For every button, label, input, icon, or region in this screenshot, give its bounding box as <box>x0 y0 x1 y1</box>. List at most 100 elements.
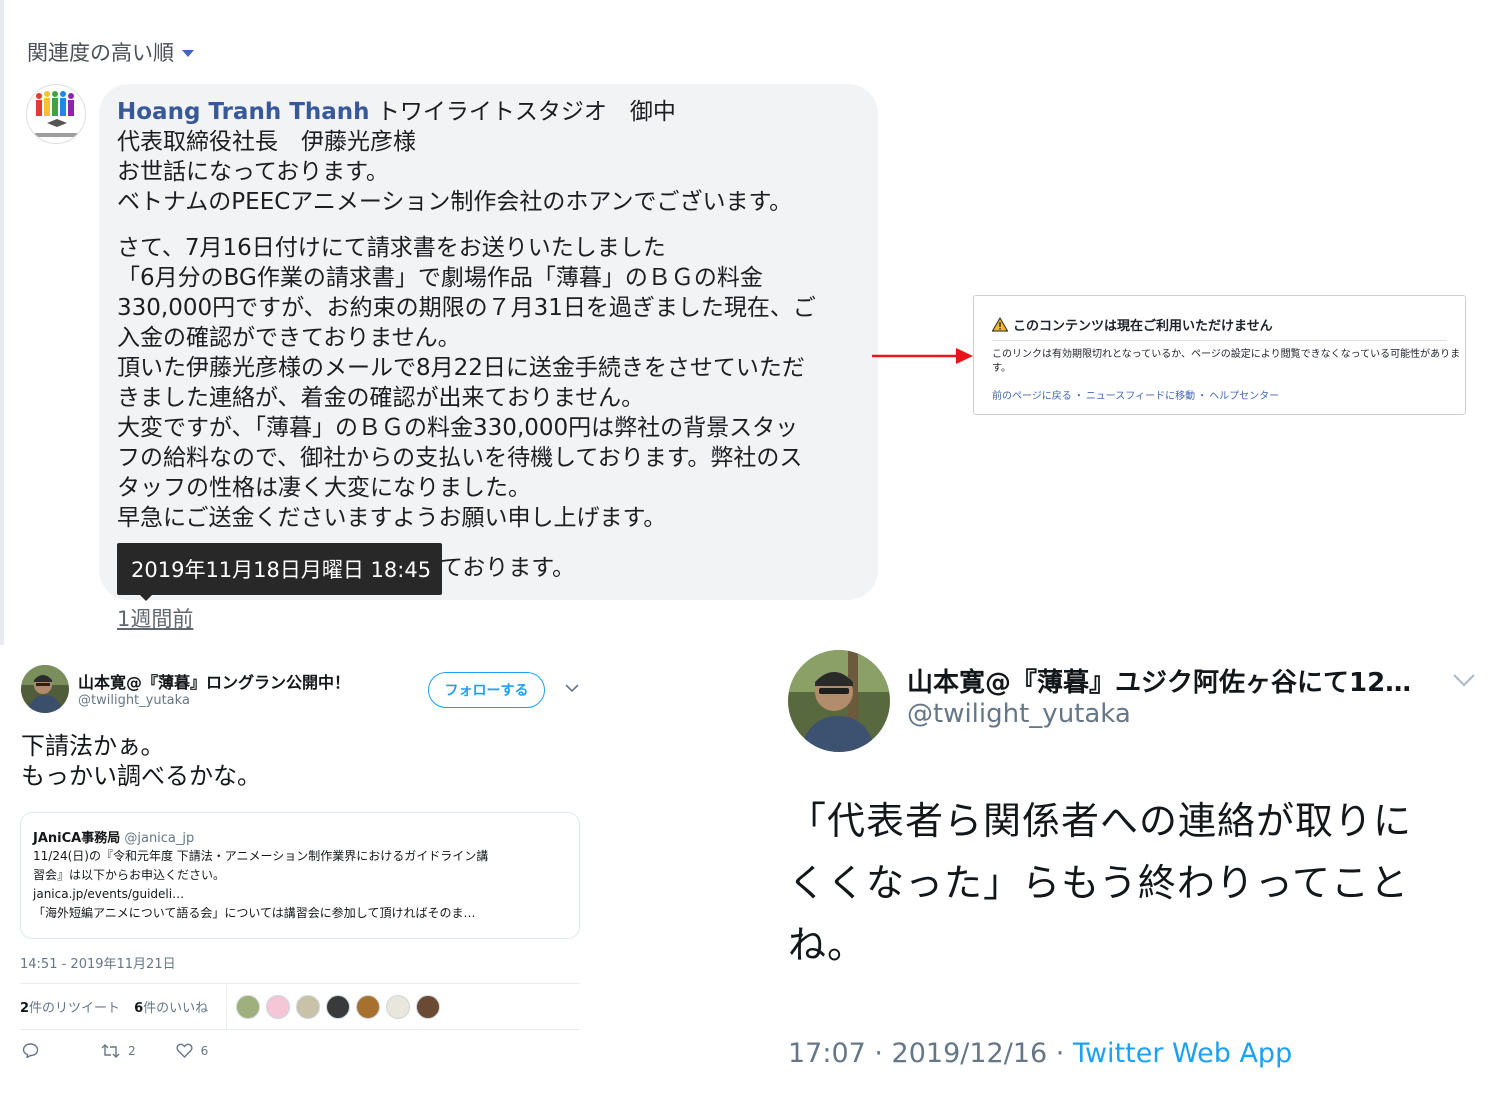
tweet-screenshot-2: 山本寛@『薄暮』ユジク阿佐ヶ谷にて12… @twilight_yutaka 「代… <box>772 645 1500 1104</box>
comment-line: ベトナムのPEECアニメーション制作会社のホアンでございます。 <box>117 189 793 215</box>
studio-logo-icon <box>35 91 79 137</box>
tooltip-tail <box>140 595 152 601</box>
comment-line: 入金の確認ができておりません。 <box>117 325 461 351</box>
quoted-tweet-body: 11/24(日)の『令和元年度 下請法・アニメーション制作業界におけるガイドライ… <box>33 847 563 923</box>
facebook-comment-section: 関連度の高い順 Hoang Tranh Thanh トワイライトスタジオ 御中 … <box>0 0 1500 645</box>
caret-down-icon <box>182 49 194 57</box>
tweet-text-line: ね。 <box>788 923 867 967</box>
retweet-icon <box>101 1043 120 1058</box>
liker-avatar[interactable] <box>386 995 410 1019</box>
like-button[interactable]: 6 <box>176 1043 209 1058</box>
sort-label: 関連度の高い順 <box>27 41 174 65</box>
left-border <box>0 0 4 645</box>
help-center-link[interactable]: ヘルプセンター <box>1209 387 1279 402</box>
comment-line: タッフの性格は凄く大変になりました。 <box>117 475 531 501</box>
retweet-button[interactable]: 2 <box>101 1044 136 1058</box>
unavailable-title-row: このコンテンツは現在ご利用いただけません <box>992 315 1273 334</box>
comment-timestamp-link[interactable]: 1週間前 <box>117 603 193 633</box>
comment-author-link[interactable]: Hoang Tranh Thanh <box>117 99 370 125</box>
liker-avatar[interactable] <box>266 995 290 1019</box>
unavailable-body: このリンクは有効期限切れとなっているか、ページの設定により閲覧できなくなっている… <box>992 349 1461 374</box>
liker-avatar[interactable] <box>326 995 350 1019</box>
user-handle[interactable]: @twilight_yutaka <box>907 699 1131 729</box>
timestamp-tooltip: 2019年11月18日月曜日 18:45 <box>117 543 442 595</box>
tweet-text-line: 「代表者ら関係者への連絡が取りに <box>788 799 1413 843</box>
follow-button[interactable]: フォローする <box>428 672 545 708</box>
quoted-line: janica.jp/events/guideli… <box>33 887 185 901</box>
tweet-text-line: 下請法かぁ。 <box>21 732 165 760</box>
profile-photo-icon <box>21 665 69 713</box>
unavailable-links: 前のページに戻る ・ ニュースフィードに移動 ・ ヘルプセンター <box>992 387 1279 402</box>
liker-avatars <box>236 995 440 1019</box>
comment-line: さて、7月16日付けにて請求書をお送りいたしました <box>117 235 666 261</box>
like-count: 6 <box>134 1001 144 1016</box>
tweet-meta: 17:07 · 2019/12/16 · Twitter Web App <box>788 1038 1292 1069</box>
comment-line: お世話になっております。 <box>117 159 389 185</box>
divider <box>20 983 580 984</box>
source-app-link[interactable]: Twitter Web App <box>1073 1038 1292 1069</box>
tweet-text: 下請法かぁ。 もっかい調べるかな。 <box>21 731 261 791</box>
like-action-count: 6 <box>200 1043 209 1058</box>
quoted-display-name: JAniCA事務局 <box>33 831 121 846</box>
liker-avatar[interactable] <box>356 995 380 1019</box>
retweet-stat[interactable]: 2件のリツイート <box>20 997 120 1016</box>
tweet-time[interactable]: 17:07 · 2019/12/16 · <box>788 1038 1073 1069</box>
comment-line: 早急にご送金くださいますようお願い申し上げます。 <box>117 505 667 531</box>
comment-line: 「6月分のBG作業の請求書」で劇場作品「薄暮」のＢＧの料金 <box>117 265 763 291</box>
link-separator: ・ <box>1073 391 1084 402</box>
comment-line-partial: ております。 <box>440 555 576 581</box>
chevron-down-icon[interactable] <box>565 684 579 693</box>
tweet-timestamp[interactable]: 14:51 - 2019年11月21日 <box>20 953 176 972</box>
comment-line: 頂いた伊藤光彦様のメールで8月22日に送金手続きをさせていただ <box>117 355 805 381</box>
engagement-stats: 2件のリツイート 6件のいいね <box>20 997 208 1016</box>
retweet-count: 2 <box>20 1001 30 1016</box>
tweet-text: 「代表者ら関係者への連絡が取りに くくなった」らもう終わりってこと ね。 <box>788 790 1468 976</box>
liker-avatar[interactable] <box>296 995 320 1019</box>
comment-first-line-text: トワイライトスタジオ 御中 <box>369 99 676 125</box>
comment-line: フの給料なので、御社からの支払いを待機しております。弊社のス <box>117 445 803 471</box>
like-stat[interactable]: 6件のいいね <box>134 997 208 1016</box>
red-arrow-icon <box>872 348 973 364</box>
content-unavailable-card: このコンテンツは現在ご利用いただけません このリンクは有効期限切れとなっているか… <box>973 295 1466 415</box>
comment-first-line: Hoang Tranh Thanh トワイライトスタジオ 御中 <box>117 97 862 127</box>
stats-divider <box>226 985 227 1029</box>
tweet-text-line: もっかい調べるかな。 <box>21 762 261 790</box>
divider <box>992 340 1447 341</box>
newsfeed-link[interactable]: ニュースフィードに移動 <box>1086 387 1195 402</box>
comment-line: 大変ですが、「薄暮」のＢＧの料金330,000円は弊社の背景スタッ <box>117 415 799 441</box>
tweet-actions: 2 6 <box>22 1043 208 1058</box>
profile-photo-icon <box>788 650 890 752</box>
liker-avatar[interactable] <box>416 995 440 1019</box>
comment-line: 代表取締役社長 伊藤光彦様 <box>117 129 416 155</box>
retweet-label: 件のリツイート <box>29 1001 121 1016</box>
quoted-handle: @janica_jp <box>124 831 195 846</box>
tweet-text-line: くくなった」らもう終わりってこと <box>788 861 1409 905</box>
sort-dropdown[interactable]: 関連度の高い順 <box>27 37 194 67</box>
comment-text: Hoang Tranh Thanh トワイライトスタジオ 御中 代表取締役社長 … <box>117 97 862 533</box>
tweet-embed-1: 山本寛@『薄暮』ロングラン公開中！ @twilight_yutaka フォローす… <box>0 645 600 1104</box>
back-link[interactable]: 前のページに戻る <box>992 387 1072 402</box>
divider <box>20 1029 580 1030</box>
user-handle[interactable]: @twilight_yutaka <box>78 693 190 708</box>
liker-avatar[interactable] <box>236 995 260 1019</box>
quoted-tweet-card[interactable]: JAniCA事務局 @janica_jp 11/24(日)の『令和元年度 下請法… <box>20 812 580 939</box>
avatar[interactable] <box>21 665 69 713</box>
display-name[interactable]: 山本寛@『薄暮』ユジク阿佐ヶ谷にて12… <box>907 662 1447 699</box>
like-label: 件のいいね <box>143 1001 209 1016</box>
quoted-line: 習会』は以下からお申込ください。 <box>33 868 226 882</box>
comment-line: きました連絡が、着金の確認が出来ておりません。 <box>117 385 645 411</box>
link-separator: ・ <box>1197 391 1208 402</box>
comment-line: 330,000円ですが、お約束の期限の７月31日を過ぎました現在、ご <box>117 295 816 321</box>
warning-icon <box>992 317 1008 332</box>
reply-button[interactable] <box>22 1043 39 1058</box>
display-name[interactable]: 山本寛@『薄暮』ロングラン公開中！ <box>78 669 350 693</box>
commenter-avatar[interactable] <box>26 84 86 144</box>
quoted-line: 11/24(日)の『令和元年度 下請法・アニメーション制作業界におけるガイドライ… <box>33 849 489 863</box>
retweet-action-count: 2 <box>128 1043 136 1058</box>
unavailable-title: このコンテンツは現在ご利用いただけません <box>1013 319 1273 334</box>
quoted-line: 「海外短編アニメについて語る会」については講習会に参加して頂ければそのま… <box>33 906 476 920</box>
reply-icon <box>22 1043 39 1058</box>
chevron-down-icon[interactable] <box>1452 673 1476 687</box>
avatar[interactable] <box>788 650 890 752</box>
